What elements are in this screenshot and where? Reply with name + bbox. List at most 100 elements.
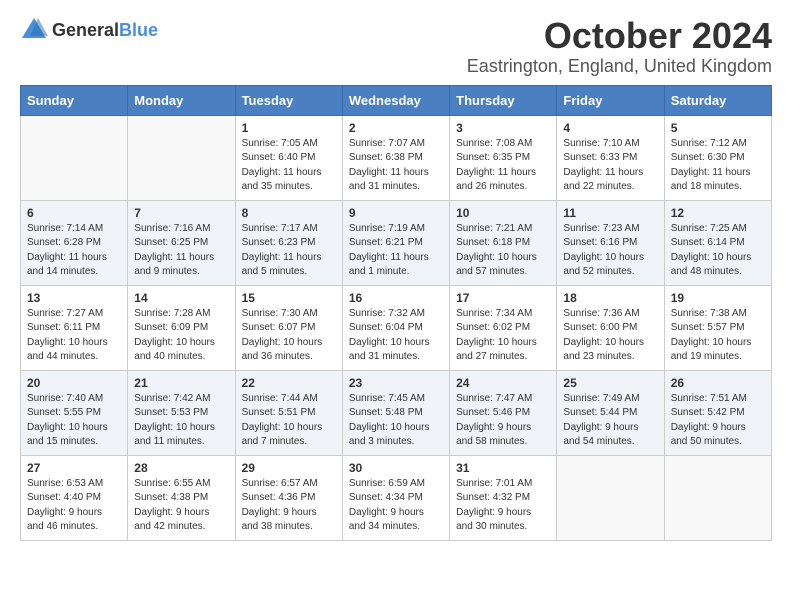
day-number: 28	[134, 461, 228, 475]
calendar-cell	[664, 455, 771, 540]
week-row-3: 13 Sunrise: 7:27 AM Sunset: 6:11 PM Dayli…	[21, 285, 772, 370]
day-info: Sunrise: 7:01 AM Sunset: 4:32 PM Dayligh…	[456, 477, 550, 535]
logo-icon	[20, 16, 48, 44]
day-info: Sunrise: 7:30 AM Sunset: 6:07 PM Dayligh…	[242, 307, 336, 365]
day-info: Sunrise: 7:05 AM Sunset: 6:40 PM Dayligh…	[242, 137, 336, 195]
calendar-cell: 7 Sunrise: 7:16 AM Sunset: 6:25 PM Daylig…	[128, 200, 235, 285]
calendar-cell: 14Sunrise: 7:28 AM Sunset: 6:09 PM Dayli…	[128, 285, 235, 370]
day-info: Sunrise: 7:28 AM Sunset: 6:09 PM Dayligh…	[134, 307, 228, 365]
day-info: Sunrise: 6:53 AM Sunset: 4:40 PM Dayligh…	[27, 477, 121, 535]
day-info: Sunrise: 7:19 AM Sunset: 6:21 PM Dayligh…	[349, 222, 443, 280]
calendar-cell: 13 Sunrise: 7:27 AM Sunset: 6:11 PM Dayli…	[21, 285, 128, 370]
location-title: Eastrington, England, United Kingdom	[467, 56, 772, 77]
day-number: 10	[456, 206, 550, 220]
calendar-cell: 6 Sunrise: 7:14 AM Sunset: 6:28 PM Daylig…	[21, 200, 128, 285]
col-header-saturday: Saturday	[664, 85, 771, 115]
calendar-cell: 27 Sunrise: 6:53 AM Sunset: 4:40 PM Dayli…	[21, 455, 128, 540]
day-number: 31	[456, 461, 550, 475]
day-info: Sunrise: 7:38 AM Sunset: 5:57 PM Dayligh…	[671, 307, 765, 365]
day-number: 9	[349, 206, 443, 220]
day-number: 7	[134, 206, 228, 220]
day-number: 25	[563, 376, 657, 390]
calendar-cell: 3 Sunrise: 7:08 AM Sunset: 6:35 PM Daylig…	[450, 115, 557, 200]
day-info: Sunrise: 7:07 AM Sunset: 6:38 PM Dayligh…	[349, 137, 443, 195]
calendar-cell: 25 Sunrise: 7:49 AM Sunset: 5:44 PM Dayli…	[557, 370, 664, 455]
day-number: 1	[242, 121, 336, 135]
day-info: Sunrise: 7:49 AM Sunset: 5:44 PM Dayligh…	[563, 392, 657, 450]
day-info: Sunrise: 6:55 AM Sunset: 4:38 PM Dayligh…	[134, 477, 228, 535]
day-number: 5	[671, 121, 765, 135]
day-number: 8	[242, 206, 336, 220]
header-row: SundayMondayTuesdayWednesdayThursdayFrid…	[21, 85, 772, 115]
day-info: Sunrise: 7:23 AM Sunset: 6:16 PM Dayligh…	[563, 222, 657, 280]
day-number: 18	[563, 291, 657, 305]
week-row-1: 1 Sunrise: 7:05 AM Sunset: 6:40 PM Daylig…	[21, 115, 772, 200]
day-number: 12	[671, 206, 765, 220]
day-number: 19	[671, 291, 765, 305]
day-info: Sunrise: 7:47 AM Sunset: 5:46 PM Dayligh…	[456, 392, 550, 450]
day-info: Sunrise: 7:44 AM Sunset: 5:51 PM Dayligh…	[242, 392, 336, 450]
day-info: Sunrise: 7:34 AM Sunset: 6:02 PM Dayligh…	[456, 307, 550, 365]
week-row-2: 6 Sunrise: 7:14 AM Sunset: 6:28 PM Daylig…	[21, 200, 772, 285]
calendar-cell: 30 Sunrise: 6:59 AM Sunset: 4:34 PM Dayli…	[342, 455, 449, 540]
calendar-cell: 31 Sunrise: 7:01 AM Sunset: 4:32 PM Dayli…	[450, 455, 557, 540]
day-number: 24	[456, 376, 550, 390]
calendar-cell	[557, 455, 664, 540]
day-number: 26	[671, 376, 765, 390]
week-row-5: 27 Sunrise: 6:53 AM Sunset: 4:40 PM Dayli…	[21, 455, 772, 540]
day-info: Sunrise: 7:08 AM Sunset: 6:35 PM Dayligh…	[456, 137, 550, 195]
title-area: October 2024 Eastrington, England, Unite…	[467, 16, 772, 77]
day-info: Sunrise: 7:21 AM Sunset: 6:18 PM Dayligh…	[456, 222, 550, 280]
col-header-tuesday: Tuesday	[235, 85, 342, 115]
calendar-cell: 12Sunrise: 7:25 AM Sunset: 6:14 PM Dayli…	[664, 200, 771, 285]
day-info: Sunrise: 7:27 AM Sunset: 6:11 PM Dayligh…	[27, 307, 121, 365]
calendar-cell	[21, 115, 128, 200]
day-number: 27	[27, 461, 121, 475]
day-info: Sunrise: 7:12 AM Sunset: 6:30 PM Dayligh…	[671, 137, 765, 195]
day-info: Sunrise: 7:17 AM Sunset: 6:23 PM Dayligh…	[242, 222, 336, 280]
day-number: 15	[242, 291, 336, 305]
calendar-cell: 23 Sunrise: 7:45 AM Sunset: 5:48 PM Dayli…	[342, 370, 449, 455]
day-number: 21	[134, 376, 228, 390]
calendar-cell: 28 Sunrise: 6:55 AM Sunset: 4:38 PM Dayli…	[128, 455, 235, 540]
day-info: Sunrise: 7:42 AM Sunset: 5:53 PM Dayligh…	[134, 392, 228, 450]
calendar-cell: 4Sunrise: 7:10 AM Sunset: 6:33 PM Daylig…	[557, 115, 664, 200]
logo-text-general: General	[52, 20, 119, 40]
calendar-cell: 26Sunrise: 7:51 AM Sunset: 5:42 PM Dayli…	[664, 370, 771, 455]
day-number: 30	[349, 461, 443, 475]
day-info: Sunrise: 6:57 AM Sunset: 4:36 PM Dayligh…	[242, 477, 336, 535]
calendar-cell: 20 Sunrise: 7:40 AM Sunset: 5:55 PM Dayli…	[21, 370, 128, 455]
calendar-cell: 22 Sunrise: 7:44 AM Sunset: 5:51 PM Dayli…	[235, 370, 342, 455]
calendar-cell: 18 Sunrise: 7:36 AM Sunset: 6:00 PM Dayli…	[557, 285, 664, 370]
day-info: Sunrise: 7:16 AM Sunset: 6:25 PM Dayligh…	[134, 222, 228, 280]
col-header-monday: Monday	[128, 85, 235, 115]
logo-text-blue: Blue	[119, 20, 158, 40]
day-number: 22	[242, 376, 336, 390]
calendar-cell: 17 Sunrise: 7:34 AM Sunset: 6:02 PM Dayli…	[450, 285, 557, 370]
calendar-cell: 9 Sunrise: 7:19 AM Sunset: 6:21 PM Daylig…	[342, 200, 449, 285]
calendar-cell: 29 Sunrise: 6:57 AM Sunset: 4:36 PM Dayli…	[235, 455, 342, 540]
day-info: Sunrise: 7:10 AM Sunset: 6:33 PM Dayligh…	[563, 137, 657, 195]
day-number: 20	[27, 376, 121, 390]
day-number: 6	[27, 206, 121, 220]
header: GeneralBlue October 2024 Eastrington, En…	[20, 16, 772, 77]
calendar-cell: 24 Sunrise: 7:47 AM Sunset: 5:46 PM Dayli…	[450, 370, 557, 455]
day-number: 23	[349, 376, 443, 390]
calendar-cell: 19 Sunrise: 7:38 AM Sunset: 5:57 PM Dayli…	[664, 285, 771, 370]
day-info: Sunrise: 7:45 AM Sunset: 5:48 PM Dayligh…	[349, 392, 443, 450]
day-number: 3	[456, 121, 550, 135]
day-number: 29	[242, 461, 336, 475]
day-info: Sunrise: 7:14 AM Sunset: 6:28 PM Dayligh…	[27, 222, 121, 280]
day-number: 13	[27, 291, 121, 305]
col-header-sunday: Sunday	[21, 85, 128, 115]
col-header-wednesday: Wednesday	[342, 85, 449, 115]
calendar-cell: 2Sunrise: 7:07 AM Sunset: 6:38 PM Daylig…	[342, 115, 449, 200]
day-info: Sunrise: 7:32 AM Sunset: 6:04 PM Dayligh…	[349, 307, 443, 365]
day-info: Sunrise: 6:59 AM Sunset: 4:34 PM Dayligh…	[349, 477, 443, 535]
day-number: 16	[349, 291, 443, 305]
day-number: 17	[456, 291, 550, 305]
day-info: Sunrise: 7:36 AM Sunset: 6:00 PM Dayligh…	[563, 307, 657, 365]
month-title: October 2024	[467, 16, 772, 56]
calendar-cell: 21 Sunrise: 7:42 AM Sunset: 5:53 PM Dayli…	[128, 370, 235, 455]
day-info: Sunrise: 7:40 AM Sunset: 5:55 PM Dayligh…	[27, 392, 121, 450]
